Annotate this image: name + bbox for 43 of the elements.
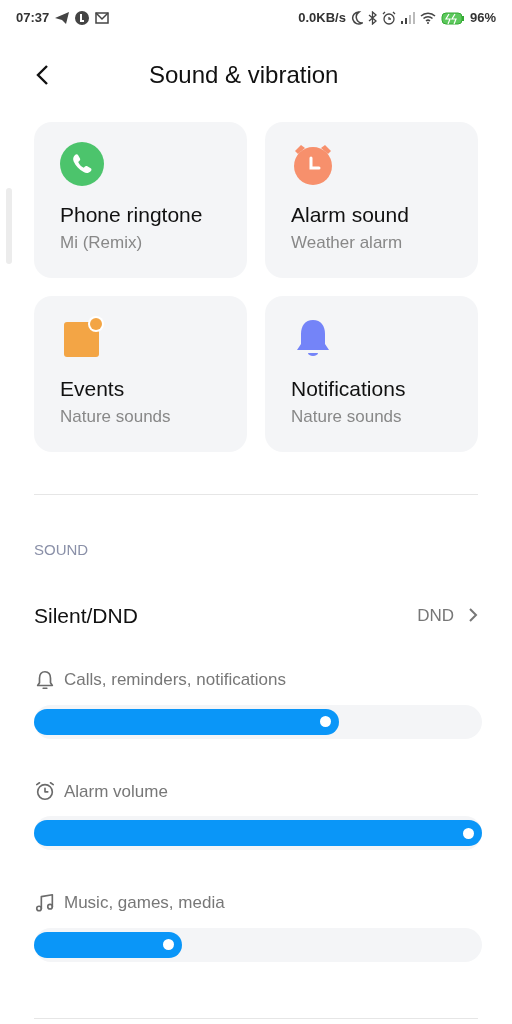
slider-thumb[interactable]: [463, 827, 474, 839]
music-note-icon: [34, 891, 56, 914]
network-speed: 0.0KB/s: [298, 9, 346, 28]
tile-subtitle: Weather alarm: [291, 232, 404, 254]
sound-tile[interactable]: Phone ringtone Mi (Remix): [34, 122, 247, 278]
alarm-clock-icon: [291, 142, 335, 186]
battery-percent: 96%: [469, 9, 496, 28]
silent-dnd-row[interactable]: Silent/DND DND: [34, 599, 478, 631]
row-value: DND: [417, 604, 454, 627]
sound-tile[interactable]: Notifications Nature sounds: [265, 296, 478, 452]
sound-tile[interactable]: Events Nature sounds: [34, 296, 247, 452]
chevron-right-icon: [468, 607, 478, 624]
alarm-clock-icon: [34, 780, 56, 803]
send-icon: [55, 12, 70, 24]
notification-circle-icon: [75, 11, 90, 25]
tile-title: Phone ringtone: [60, 202, 204, 228]
tile-subtitle: Nature sounds: [291, 406, 403, 428]
slider-thumb[interactable]: [162, 939, 174, 950]
slider-label: Music, games, media: [64, 892, 225, 914]
alarm-clock-icon: [381, 11, 396, 25]
section-heading: SOUND: [34, 540, 90, 560]
tile-title: Notifications: [291, 376, 407, 402]
slider-label: Calls, reminders, notifications: [64, 669, 287, 691]
phone-icon: [60, 142, 104, 186]
signal-icon: [400, 12, 415, 24]
row-label: Silent/DND: [34, 602, 138, 629]
sound-tile[interactable]: Alarm sound Weather alarm: [265, 122, 478, 278]
volume-slider[interactable]: [34, 704, 482, 739]
tile-title: Alarm sound: [291, 202, 410, 228]
wifi-icon: [419, 12, 436, 24]
moon-icon: [350, 11, 363, 25]
status-time: 07:37: [16, 9, 50, 28]
mail-icon: [95, 12, 110, 24]
slider-label: Alarm volume: [64, 780, 168, 803]
battery-charging-icon: [440, 11, 465, 25]
volume-slider[interactable]: [34, 927, 482, 962]
tile-subtitle: Mi (Remix): [60, 232, 144, 254]
bell-icon: [34, 668, 56, 691]
page-title: Sound & vibration: [149, 60, 339, 90]
tile-title: Events: [60, 376, 126, 402]
tile-subtitle: Nature sounds: [60, 406, 172, 428]
bluetooth-icon: [367, 11, 377, 25]
slider-thumb[interactable]: [319, 716, 331, 727]
